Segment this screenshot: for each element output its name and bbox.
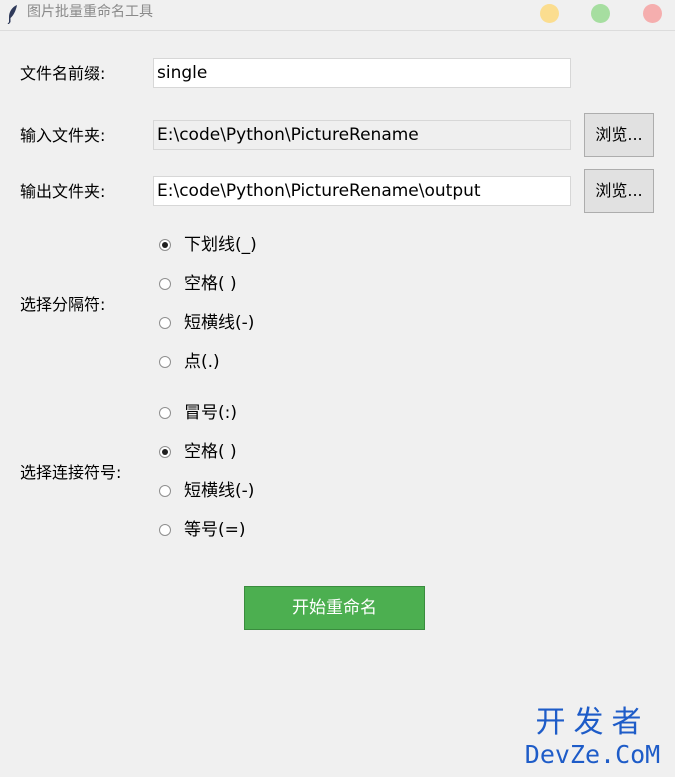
radio-button[interactable] — [159, 317, 171, 329]
separator-option-underscore[interactable]: 下划线(_) — [159, 232, 257, 258]
output-folder-field[interactable] — [153, 176, 571, 206]
radio-button[interactable] — [159, 239, 171, 251]
close-button[interactable] — [643, 4, 662, 23]
output-folder-browse-button[interactable]: 浏览... — [584, 169, 654, 213]
prefix-label: 文件名前缀: — [20, 64, 106, 83]
connector-label: 选择连接符号: — [20, 463, 122, 482]
watermark-bottom-text: DevZe.CoM — [524, 740, 661, 769]
radio-button[interactable] — [159, 446, 171, 458]
radio-label: 点(.) — [184, 352, 220, 372]
connector-option-colon[interactable]: 冒号(:) — [159, 400, 237, 426]
prefix-input[interactable] — [153, 58, 571, 88]
input-folder-browse-button[interactable]: 浏览... — [584, 113, 654, 157]
input-folder-label: 输入文件夹: — [20, 126, 106, 145]
feather-icon — [7, 5, 17, 24]
connector-option-dash[interactable]: 短横线(-) — [159, 478, 254, 504]
connector-option-equals[interactable]: 等号(=) — [159, 517, 246, 543]
maximize-button[interactable] — [591, 4, 610, 23]
radio-label: 空格( ) — [184, 274, 237, 294]
radio-button[interactable] — [159, 278, 171, 290]
watermark: 开发者 DevZe.CoM — [515, 706, 670, 770]
window-title: 图片批量重命名工具 — [27, 4, 153, 20]
radio-label: 等号(=) — [184, 520, 246, 540]
separator-label: 选择分隔符: — [20, 295, 106, 314]
minimize-button[interactable] — [540, 4, 559, 23]
radio-button[interactable] — [159, 485, 171, 497]
radio-button[interactable] — [159, 407, 171, 419]
radio-label: 短横线(-) — [184, 313, 255, 333]
radio-label: 空格( ) — [184, 442, 237, 462]
radio-label: 短横线(-) — [184, 481, 255, 501]
start-rename-button[interactable]: 开始重命名 — [244, 586, 425, 630]
radio-button[interactable] — [159, 524, 171, 536]
separator-option-dash[interactable]: 短横线(-) — [159, 310, 254, 336]
separator-option-space[interactable]: 空格( ) — [159, 271, 237, 297]
radio-button[interactable] — [159, 356, 171, 368]
radio-label: 冒号(:) — [184, 403, 237, 423]
title-bar[interactable]: 图片批量重命名工具 — [0, 0, 675, 31]
radio-label: 下划线(_) — [184, 235, 257, 255]
input-folder-field[interactable] — [153, 120, 571, 150]
watermark-top-text: 开发者 — [535, 705, 650, 740]
separator-option-dot[interactable]: 点(.) — [159, 349, 220, 375]
connector-option-space[interactable]: 空格( ) — [159, 439, 237, 465]
output-folder-label: 输出文件夹: — [20, 182, 106, 201]
